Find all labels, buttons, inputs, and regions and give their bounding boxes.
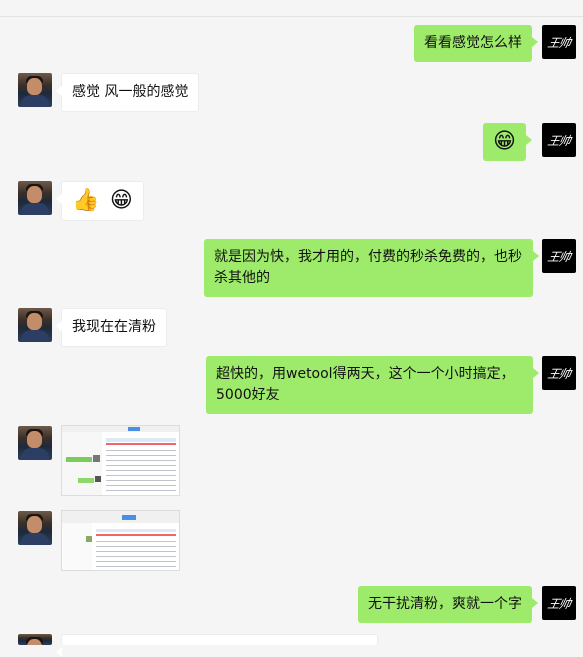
message-bubble-sent[interactable]: 😁 — [483, 123, 532, 161]
message-bubble-received[interactable]: 我现在在清粉 — [56, 308, 167, 347]
grin-emoji-icon: 😁 — [493, 129, 516, 154]
message-text: 感觉 风一般的感觉 — [72, 84, 189, 100]
contact-avatar[interactable] — [18, 426, 52, 460]
message-text: 就是因为快，我才用的，付费的秒杀免费的，也秒杀其他的 — [214, 249, 522, 286]
image-message-thumbnail[interactable] — [61, 425, 180, 496]
message-bubble-sent[interactable]: 就是因为快，我才用的，付费的秒杀免费的，也秒杀其他的 — [204, 239, 539, 297]
my-avatar[interactable]: 王帅 — [542, 123, 576, 157]
message-bubble-sent[interactable]: 无干扰清粉，爽就一个字 — [358, 586, 538, 623]
message-text: 超快的，用wetool得两天，这个一个小时搞定，5000好友 — [216, 366, 515, 403]
message-bubble-sent[interactable]: 超快的，用wetool得两天，这个一个小时搞定，5000好友 — [206, 356, 539, 414]
grin-emoji-icon: 😁 — [109, 188, 133, 213]
my-avatar[interactable]: 王帅 — [542, 356, 576, 390]
message-text: 我现在在清粉 — [72, 319, 156, 335]
message-bubble-received[interactable]: 感觉 风一般的感觉 — [55, 73, 200, 112]
message-bubble-received[interactable] — [56, 634, 378, 657]
thumbs-up-emoji-icon: 👍 — [72, 188, 100, 213]
contact-avatar[interactable] — [18, 73, 52, 107]
top-divider — [0, 16, 583, 17]
contact-avatar[interactable] — [18, 181, 52, 215]
contact-avatar[interactable] — [18, 511, 52, 545]
contact-avatar[interactable] — [18, 634, 52, 645]
message-bubble-received[interactable]: 👍 😁 — [56, 181, 144, 221]
message-text: 看看感觉怎么样 — [424, 35, 522, 51]
image-message-thumbnail[interactable] — [61, 510, 180, 571]
my-avatar[interactable]: 王帅 — [542, 25, 576, 59]
message-bubble-sent[interactable]: 看看感觉怎么样 — [414, 25, 538, 62]
my-avatar[interactable]: 王帅 — [542, 239, 576, 273]
my-avatar[interactable]: 王帅 — [542, 586, 576, 620]
message-text: 无干扰清粉，爽就一个字 — [368, 596, 522, 612]
contact-avatar[interactable] — [18, 308, 52, 342]
